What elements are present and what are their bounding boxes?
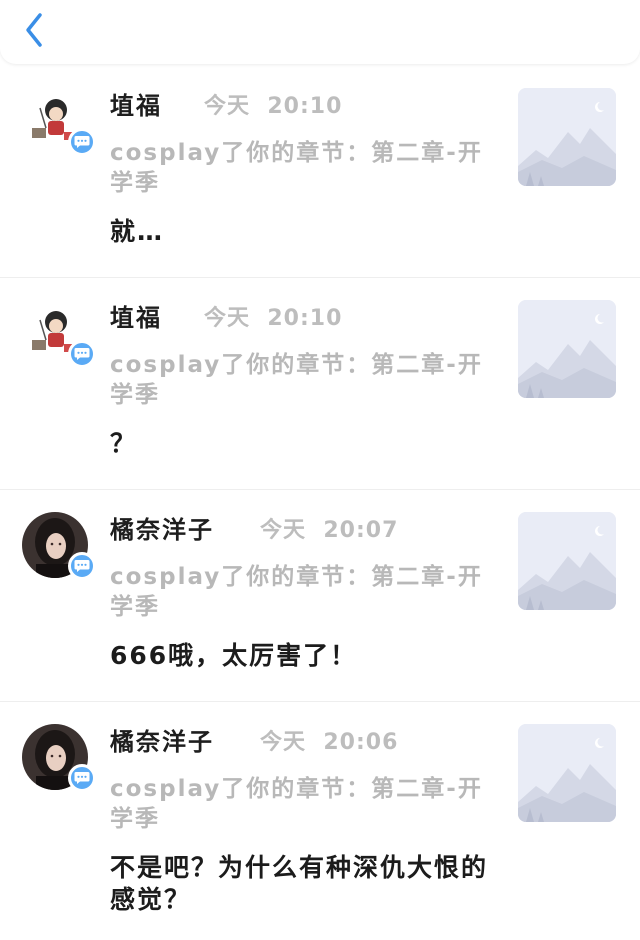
chapter-thumbnail[interactable] xyxy=(518,512,616,610)
mountain-placeholder-image xyxy=(518,724,616,822)
action-text: cosplay了你的章节：第二章-开学季 xyxy=(110,776,483,832)
chapter-thumbnail[interactable] xyxy=(518,300,616,398)
comment-text: ？ xyxy=(110,429,138,458)
comment-text: 不是吧？为什么有种深仇大恨的感觉？ xyxy=(110,853,489,914)
notification-item[interactable]: 埴福 今天 20:10 cosplay了你的章节：第二章-开学季 ？ xyxy=(0,278,640,490)
notification-item[interactable]: 橘奈洋子 今天 20:07 cosplay了你的章节：第二章-开学季 666哦，… xyxy=(0,490,640,702)
chevron-left-icon xyxy=(26,13,42,47)
action-text: cosplay了你的章节：第二章-开学季 xyxy=(110,140,483,196)
user-name[interactable]: 橘奈洋子 xyxy=(110,510,214,545)
user-name[interactable]: 埴福 xyxy=(110,298,162,333)
action-text: cosplay了你的章节：第二章-开学季 xyxy=(110,564,483,620)
timestamp: 今天 20:10 xyxy=(204,306,343,331)
back-button[interactable] xyxy=(18,10,52,50)
timestamp: 今天 20:06 xyxy=(260,730,399,755)
notification-list: 埴福 今天 20:10 cosplay了你的章节：第二章-开学季 就… 埴福 今… xyxy=(0,66,640,922)
chapter-thumbnail[interactable] xyxy=(518,724,616,822)
action-text: cosplay了你的章节：第二章-开学季 xyxy=(110,352,483,408)
chapter-thumbnail[interactable] xyxy=(518,88,616,186)
user-name[interactable]: 埴福 xyxy=(110,86,162,121)
comment-text: 就… xyxy=(110,217,165,246)
comment-badge xyxy=(68,128,96,156)
comment-badge xyxy=(68,764,96,792)
mountain-placeholder-image xyxy=(518,512,616,610)
comment-badge xyxy=(68,340,96,368)
user-name[interactable]: 橘奈洋子 xyxy=(110,722,214,757)
comment-badge xyxy=(68,552,96,580)
timestamp: 今天 20:07 xyxy=(260,518,399,543)
chat-bubble-icon xyxy=(74,348,90,360)
chat-bubble-icon xyxy=(74,560,90,572)
chat-bubble-icon xyxy=(74,772,90,784)
chat-bubble-icon xyxy=(74,136,90,148)
comment-text: 666哦，太厉害了！ xyxy=(110,641,358,670)
mountain-placeholder-image xyxy=(518,88,616,186)
notification-item[interactable]: 埴福 今天 20:10 cosplay了你的章节：第二章-开学季 就… xyxy=(0,66,640,278)
mountain-placeholder-image xyxy=(518,300,616,398)
top-bar xyxy=(0,0,640,64)
notification-item[interactable]: 橘奈洋子 今天 20:06 cosplay了你的章节：第二章-开学季 不是吧？为… xyxy=(0,702,640,922)
timestamp: 今天 20:10 xyxy=(204,94,343,119)
